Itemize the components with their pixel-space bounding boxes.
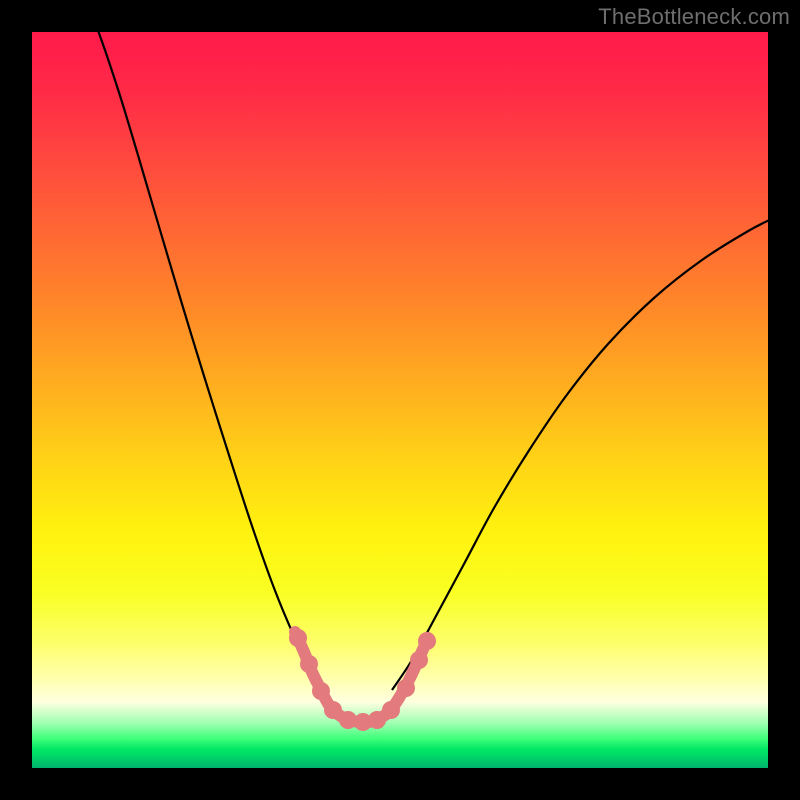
curve-right [392, 216, 768, 690]
valley-pink-dots-point [410, 651, 428, 669]
chart-svg [32, 32, 768, 768]
valley-pink-dots-point [397, 679, 415, 697]
plot-area [32, 32, 768, 768]
valley-pink-band [295, 632, 428, 722]
valley-pink-dots-point [324, 701, 342, 719]
valley-pink-dots-point [312, 682, 330, 700]
chart-frame: TheBottleneck.com [0, 0, 800, 800]
watermark-text: TheBottleneck.com [598, 4, 790, 30]
valley-pink-dots-point [382, 701, 400, 719]
valley-pink-dots-point [300, 655, 318, 673]
valley-pink-dots-point [418, 632, 436, 650]
valley-pink-dots-point [289, 629, 307, 647]
curve-left [95, 32, 324, 690]
